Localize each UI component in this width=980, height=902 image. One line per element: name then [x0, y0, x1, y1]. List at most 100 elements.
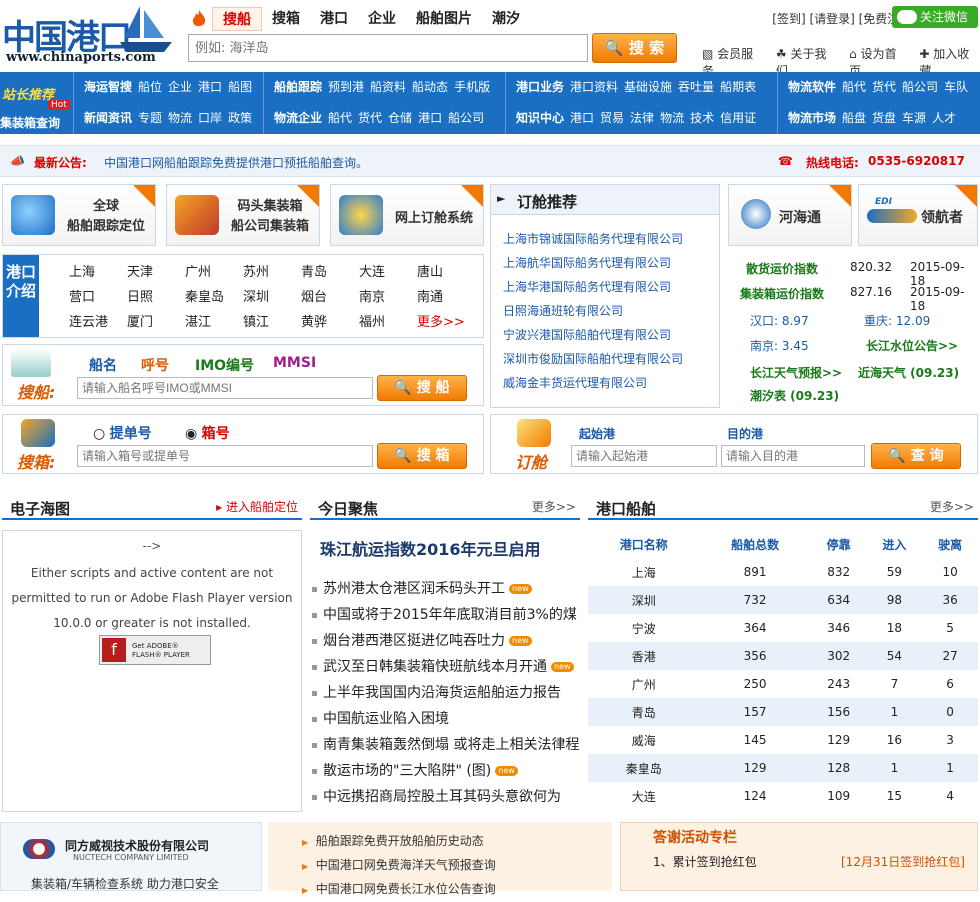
box-search-input[interactable]	[77, 445, 373, 467]
port-link[interactable]: 深圳	[243, 286, 301, 305]
port-link[interactable]: 福州	[359, 311, 417, 330]
tab-tide[interactable]: 潮汐	[482, 7, 530, 31]
port-link[interactable]: 南京	[359, 286, 417, 305]
ship-search-input[interactable]	[77, 377, 373, 399]
nav-logistics-market[interactable]: 物流市场	[788, 111, 836, 125]
tab-ship-pictures[interactable]: 船舶图片	[406, 7, 482, 31]
nav-link[interactable]: 信用证	[720, 111, 756, 125]
hehetong-link[interactable]: 河海通	[728, 184, 852, 246]
nav-port-business[interactable]: 港口业务	[516, 80, 564, 94]
booking-item[interactable]: 日照海通班轮有限公司	[503, 299, 683, 323]
lingxiang-link[interactable]: EDI 领航者	[858, 184, 978, 246]
tab-company[interactable]: 企业	[358, 7, 406, 31]
ports-more-link[interactable]: 更多>>	[417, 311, 475, 330]
nav-logistics-company[interactable]: 物流企业	[274, 111, 322, 125]
from-port-input[interactable]	[571, 445, 717, 467]
nav-link[interactable]: 船盘	[842, 111, 866, 125]
booking-item[interactable]: 宁波兴港国际船舶代理有限公司	[503, 323, 683, 347]
news-item[interactable]: 中国或将于2015年年底取消目前3%的煤	[312, 602, 580, 628]
site-logo[interactable]: 中国港口 www.chinaports.com	[0, 0, 178, 70]
nav-link[interactable]: 船代	[842, 80, 866, 94]
yangtze-weather-link[interactable]: 长江天气预报>>	[750, 364, 842, 381]
booking-item[interactable]: 上海航华国际船务代理有限公司	[503, 251, 683, 275]
news-item[interactable]: 上半年我国国内沿海货运船舶运力报告	[312, 680, 580, 706]
radio-box-no[interactable]: ◉ 箱号	[185, 423, 230, 443]
port-link[interactable]: 广州	[185, 261, 243, 280]
nav-link[interactable]: 政策	[228, 111, 252, 125]
nav-link[interactable]: 港口	[418, 111, 442, 125]
offshore-weather-link[interactable]: 近海天气 (09.23)	[858, 364, 959, 381]
nav-link[interactable]: 贸易	[600, 111, 624, 125]
nav-link[interactable]: 专题	[138, 111, 162, 125]
nav-link[interactable]: 吞吐量	[678, 80, 714, 94]
port-link[interactable]: 南通	[417, 286, 475, 305]
today-more-link[interactable]: 更多>>	[532, 498, 576, 515]
nuctech-ad[interactable]: 同方威视技术股份有限公司 NUCTECH COMPANY LIMITED 集装箱…	[0, 822, 262, 891]
booking-item[interactable]: 上海市锦诚国际船务代理有限公司	[503, 227, 683, 251]
nav-link[interactable]: 货盘	[872, 111, 896, 125]
nav-container-query[interactable]: 集装箱查询	[0, 114, 60, 131]
news-item[interactable]: 中远携招商局控股土耳其码头意欲何为	[312, 784, 580, 810]
tab-box-search[interactable]: 搜箱	[262, 7, 310, 31]
news-item[interactable]: 武汉至日韩集装箱快班航线本月开通 new	[312, 654, 580, 680]
nav-link[interactable]: 船公司	[902, 80, 938, 94]
to-port-input[interactable]	[721, 445, 865, 467]
port-link[interactable]: 上海	[69, 261, 127, 280]
container-tool[interactable]: 码头集装箱 船公司集装箱	[166, 184, 320, 246]
bottom-link[interactable]: ▶ 中国港口网免费海洋天气预报查询	[302, 854, 496, 878]
port-link[interactable]: 烟台	[301, 286, 359, 305]
nav-link[interactable]: 港口资料	[570, 80, 618, 94]
tab-port[interactable]: 港口	[310, 7, 358, 31]
nav-link[interactable]: 船位	[138, 80, 162, 94]
table-row[interactable]: 青岛 157 156 1 0	[588, 698, 978, 726]
port-link[interactable]: 日照	[127, 286, 185, 305]
ship-search-button[interactable]: 🔍 搜 船	[377, 375, 467, 401]
table-row[interactable]: 香港 356 302 54 27	[588, 642, 978, 670]
portships-more-link[interactable]: 更多>>	[930, 498, 974, 515]
nav-link[interactable]: 技术	[690, 111, 714, 125]
nav-link[interactable]: 车源	[902, 111, 926, 125]
nav-link[interactable]: 物流	[660, 111, 684, 125]
news-item[interactable]: 中国航运业陷入困境	[312, 706, 580, 732]
opt-mmsi[interactable]: MMSI	[273, 355, 316, 371]
table-row[interactable]: 威海 145 129 16 3	[588, 726, 978, 754]
main-search-input[interactable]	[188, 34, 588, 62]
nav-ship-tracking[interactable]: 船舶跟踪	[274, 80, 322, 94]
order-query-button[interactable]: 🔍 查 询	[871, 443, 961, 469]
nav-news[interactable]: 新闻资讯	[84, 111, 132, 125]
port-link[interactable]: 青岛	[301, 261, 359, 280]
bulk-index-name[interactable]: 散货运价指数	[746, 260, 818, 277]
nav-link[interactable]: 企业	[168, 80, 192, 94]
nav-smart-search[interactable]: 海运智搜	[84, 80, 132, 94]
nav-link[interactable]: 仓储	[388, 111, 412, 125]
box-search-button[interactable]: 🔍 搜 箱	[377, 443, 467, 469]
news-item[interactable]: 苏州港太仓港区润禾码头开工 new	[312, 576, 580, 602]
radio-bill[interactable]: ○ 提单号	[93, 423, 152, 443]
nav-link[interactable]: 人才	[932, 111, 956, 125]
nav-link[interactable]: 港口	[570, 111, 594, 125]
online-booking-tool[interactable]: 网上订舱系统	[330, 184, 484, 246]
booking-item[interactable]: 威海金丰货运代理有限公司	[503, 371, 683, 395]
nav-link[interactable]: 船公司	[448, 111, 484, 125]
port-link[interactable]: 连云港	[69, 311, 127, 330]
opt-call-sign[interactable]: 呼号	[141, 355, 169, 375]
nav-link[interactable]: 船图	[228, 80, 252, 94]
nav-link[interactable]: 手机版	[454, 80, 490, 94]
nav-link[interactable]: 船资料	[370, 80, 406, 94]
nav-link[interactable]: 船期表	[720, 80, 756, 94]
nav-link[interactable]: 物流	[168, 111, 192, 125]
yangtze-water-link[interactable]: 长江水位公告>>	[866, 337, 958, 354]
table-row[interactable]: 上海 891 832 59 10	[588, 558, 978, 586]
nav-knowledge[interactable]: 知识中心	[516, 111, 564, 125]
port-link[interactable]: 秦皇岛	[185, 286, 243, 305]
table-row[interactable]: 广州 250 243 7 6	[588, 670, 978, 698]
port-link[interactable]: 苏州	[243, 261, 301, 280]
emap-link[interactable]: ▸ 进入船舶定位	[216, 498, 298, 515]
notice-text[interactable]: 中国港口网船舶跟踪免费提供港口预抵船舶查询。	[104, 154, 368, 171]
port-link[interactable]: 镇江	[243, 311, 301, 330]
table-row[interactable]: 秦皇岛 129 128 1 1	[588, 754, 978, 782]
nav-link[interactable]: 口岸	[198, 111, 222, 125]
port-link[interactable]: 天津	[127, 261, 185, 280]
tide-table-link[interactable]: 潮汐表 (09.23)	[750, 387, 839, 404]
port-link[interactable]: 唐山	[417, 261, 475, 280]
